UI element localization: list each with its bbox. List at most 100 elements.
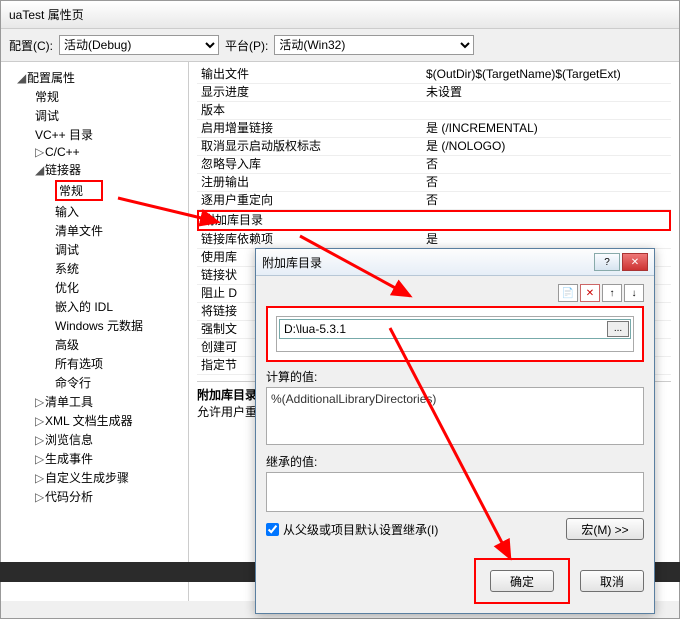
path-list[interactable]: ... [276, 316, 634, 352]
prop-value[interactable]: 是 [422, 231, 671, 248]
prop-name: 输出文件 [197, 66, 422, 83]
expander-icon[interactable]: ▷ [35, 452, 45, 466]
prop-name: 附加库目录 [199, 212, 424, 229]
tree-item[interactable]: 常规 [35, 90, 59, 104]
new-line-button[interactable]: 📄 [558, 284, 578, 302]
prop-row[interactable]: 版本 [197, 102, 671, 120]
calculated-value: %(AdditionalLibraryDirectories) [271, 392, 639, 406]
prop-row[interactable]: 输出文件$(OutDir)$(TargetName)$(TargetExt) [197, 66, 671, 84]
expander-icon[interactable]: ▷ [35, 145, 45, 159]
move-up-button[interactable]: ↑ [602, 284, 622, 302]
expander-icon[interactable]: ▷ [35, 414, 45, 428]
prop-row[interactable]: 显示进度未设置 [197, 84, 671, 102]
prop-name: 注册输出 [197, 174, 422, 191]
close-icon: ✕ [631, 257, 639, 268]
inherited-values-box [266, 472, 644, 512]
tree-item[interactable]: 生成事件 [45, 452, 93, 466]
expander-icon[interactable]: ▷ [35, 433, 45, 447]
tree-item-linker-general[interactable]: 常规 [59, 184, 83, 198]
prop-name: 启用增量链接 [197, 120, 422, 137]
tree-item[interactable]: 系统 [55, 262, 79, 276]
window-title-bar: uaTest 属性页 [1, 1, 679, 29]
inherited-label: 继承的值: [266, 453, 644, 470]
prop-name: 忽略导入库 [197, 156, 422, 173]
tree-item[interactable]: 清单文件 [55, 224, 103, 238]
inherit-checkbox-label: 从父级或项目默认设置继承(I) [283, 521, 438, 538]
prop-value[interactable]: 是 (/NOLOGO) [422, 138, 671, 155]
prop-row-additional-lib-dirs[interactable]: 附加库目录 [197, 210, 671, 231]
expander-icon[interactable]: ◢ [17, 71, 27, 85]
tree-item[interactable]: 输入 [55, 205, 79, 219]
prop-value[interactable]: 未设置 [422, 84, 671, 101]
config-label: 配置(C): [9, 37, 53, 54]
folder-icon: 📄 [562, 288, 574, 299]
tree-item[interactable]: VC++ 目录 [35, 128, 93, 142]
arrow-down-icon: ↓ [632, 288, 637, 299]
expander-icon[interactable]: ▷ [35, 471, 45, 485]
tree-item-cxx[interactable]: C/C++ [45, 145, 80, 159]
expander-icon[interactable]: ▷ [35, 395, 45, 409]
dialog-toolbar: 📄 ✕ ↑ ↓ [266, 284, 644, 302]
delete-line-button[interactable]: ✕ [580, 284, 600, 302]
path-input[interactable] [280, 320, 606, 338]
help-button[interactable]: ? [594, 253, 620, 271]
config-toolbar: 配置(C): 活动(Debug) 平台(P): 活动(Win32) [1, 29, 679, 61]
prop-row[interactable]: 忽略导入库否 [197, 156, 671, 174]
tree-item[interactable]: XML 文档生成器 [45, 414, 133, 428]
tree-item[interactable]: 优化 [55, 281, 79, 295]
path-row[interactable]: ... [279, 319, 631, 339]
close-button[interactable]: ✕ [622, 253, 648, 271]
prop-value[interactable]: 否 [422, 192, 671, 209]
tree-item-linker[interactable]: 链接器 [45, 163, 81, 177]
prop-value[interactable]: 是 (/INCREMENTAL) [422, 120, 671, 137]
arrow-up-icon: ↑ [610, 288, 615, 299]
tree-item[interactable]: Windows 元数据 [55, 319, 143, 333]
prop-row[interactable]: 链接库依赖项是 [197, 231, 671, 249]
tree-pane: ◢配置属性 常规 调试 VC++ 目录 ▷C/C++ ◢链接器 常规 输入 清单… [1, 62, 189, 601]
calculated-values-box: %(AdditionalLibraryDirectories) [266, 387, 644, 445]
window-title: uaTest 属性页 [9, 8, 84, 22]
prop-value[interactable] [422, 102, 671, 119]
ok-highlight: 确定 [474, 558, 570, 604]
platform-select[interactable]: 活动(Win32) [274, 35, 474, 55]
tree-item[interactable]: 嵌入的 IDL [55, 300, 113, 314]
tree-item[interactable]: 清单工具 [45, 395, 93, 409]
macro-button[interactable]: 宏(M) >> [566, 518, 644, 540]
tree-item[interactable]: 命令行 [55, 376, 91, 390]
tree-root[interactable]: 配置属性 [27, 71, 75, 85]
dialog-title-bar[interactable]: 附加库目录 ? ✕ [256, 249, 654, 276]
prop-row[interactable]: 取消显示启动版权标志是 (/NOLOGO) [197, 138, 671, 156]
expander-icon[interactable]: ▷ [35, 490, 45, 504]
prop-row[interactable]: 启用增量链接是 (/INCREMENTAL) [197, 120, 671, 138]
tree-item[interactable]: 代码分析 [45, 490, 93, 504]
prop-name: 取消显示启动版权标志 [197, 138, 422, 155]
tree-item[interactable]: 所有选项 [55, 357, 103, 371]
path-entry-highlight: ... [266, 306, 644, 362]
prop-name: 链接库依赖项 [197, 231, 422, 248]
move-down-button[interactable]: ↓ [624, 284, 644, 302]
prop-value[interactable]: 否 [422, 156, 671, 173]
prop-value[interactable]: 否 [422, 174, 671, 191]
prop-row[interactable]: 逐用户重定向否 [197, 192, 671, 210]
config-select[interactable]: 活动(Debug) [59, 35, 219, 55]
prop-value[interactable]: $(OutDir)$(TargetName)$(TargetExt) [422, 66, 671, 83]
tree-item[interactable]: 调试 [35, 109, 59, 123]
prop-name: 逐用户重定向 [197, 192, 422, 209]
tree-item[interactable]: 浏览信息 [45, 433, 93, 447]
help-icon: ? [604, 257, 610, 268]
prop-name: 版本 [197, 102, 422, 119]
platform-label: 平台(P): [225, 37, 268, 54]
cancel-button[interactable]: 取消 [580, 570, 644, 592]
inherit-checkbox[interactable] [266, 523, 279, 536]
tree-item[interactable]: 自定义生成步骤 [45, 471, 129, 485]
expander-icon[interactable]: ◢ [35, 163, 45, 177]
delete-icon: ✕ [586, 288, 594, 299]
prop-value[interactable] [424, 212, 669, 229]
dialog-title: 附加库目录 [262, 254, 322, 271]
browse-button[interactable]: ... [607, 321, 629, 337]
ok-button[interactable]: 确定 [490, 570, 554, 592]
tree-item[interactable]: 调试 [55, 243, 79, 257]
tree-item[interactable]: 高级 [55, 338, 79, 352]
prop-row[interactable]: 注册输出否 [197, 174, 671, 192]
calculated-label: 计算的值: [266, 368, 644, 385]
